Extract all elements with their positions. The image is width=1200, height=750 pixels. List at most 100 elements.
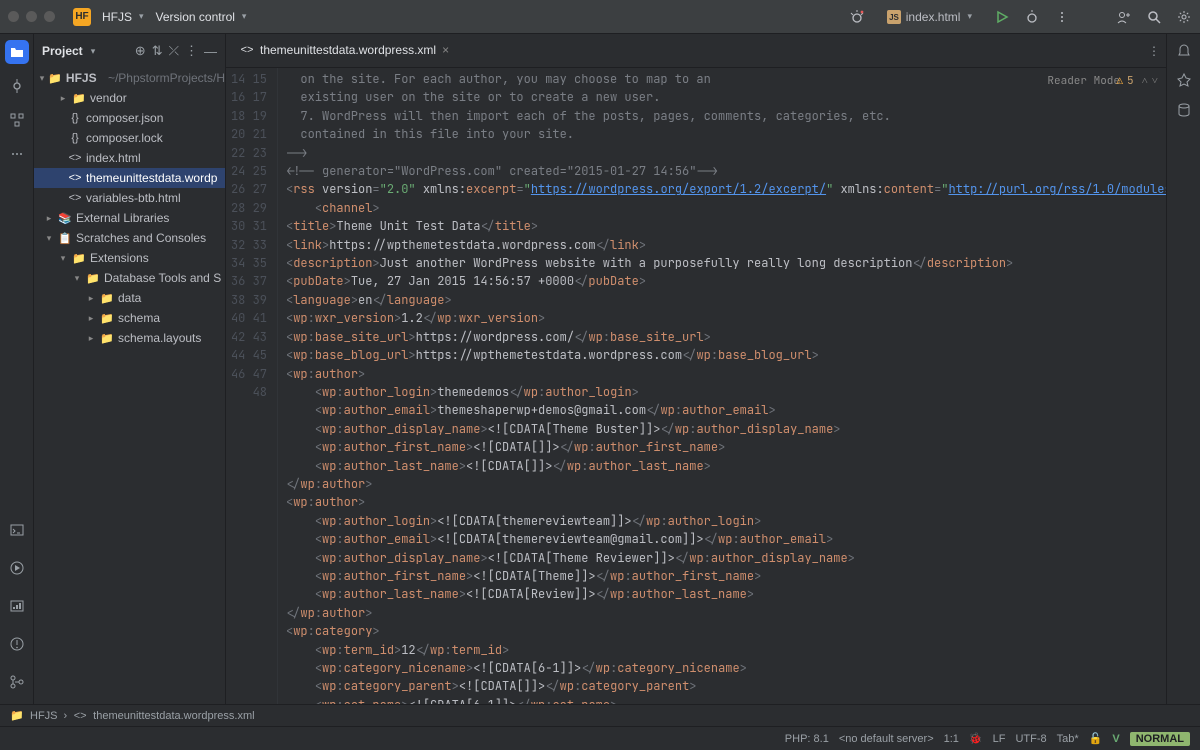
status-indent[interactable]: Tab*	[1057, 733, 1079, 745]
tree-label: composer.json	[86, 111, 163, 125]
expand-all-icon[interactable]: ⇅	[152, 43, 163, 59]
tree-file[interactable]: {}composer.json	[34, 108, 225, 128]
locate-icon[interactable]: ⊕	[135, 43, 146, 59]
settings-icon[interactable]	[1176, 9, 1192, 25]
inspection-widget[interactable]: ⚠5 ˄˅	[1116, 72, 1158, 90]
status-line-sep[interactable]: LF	[993, 733, 1006, 745]
more-tool-icon[interactable]	[5, 142, 29, 166]
titlebar: HF HFJS ▾ Version control ▾ JS index.htm…	[0, 0, 1200, 34]
tree-file[interactable]: <>variables-btb.html	[34, 188, 225, 208]
commit-tool-icon[interactable]	[5, 74, 29, 98]
tree-root-path: ~/PhpstormProjects/H	[108, 71, 225, 85]
vim-icon[interactable]: V	[1112, 733, 1119, 745]
hide-icon[interactable]: —	[204, 44, 217, 59]
run-config-dropdown[interactable]: JS index.html ▾	[879, 7, 980, 27]
tree-label: External Libraries	[76, 211, 169, 225]
tree-folder-vendor[interactable]: ▸📁vendor	[34, 88, 225, 108]
tree-file[interactable]: {}composer.lock	[34, 128, 225, 148]
status-caret-pos[interactable]: 1:1	[944, 733, 959, 745]
tree-root[interactable]: ▾📁HFJS ~/PhpstormProjects/H	[34, 68, 225, 88]
project-tree: ▾📁HFJS ~/PhpstormProjects/H ▸📁vendor {}c…	[34, 68, 225, 704]
more-icon[interactable]	[1054, 9, 1070, 25]
tree-folder[interactable]: ▾📁Database Tools and S	[34, 268, 225, 288]
tab-more-icon[interactable]: ⋮	[1148, 44, 1160, 58]
status-encoding[interactable]: UTF-8	[1015, 733, 1046, 745]
tree-folder[interactable]: ▸📁schema.layouts	[34, 328, 225, 348]
ai-assistant-icon[interactable]	[1176, 72, 1192, 88]
editor[interactable]: 14 15 16 17 18 19 20 21 22 23 24 25 26 2…	[226, 68, 1166, 704]
xml-file-icon: <>	[240, 43, 254, 57]
status-server[interactable]: <no default server>	[839, 733, 934, 745]
tree-label: Extensions	[90, 251, 149, 265]
status-php[interactable]: PHP: 8.1	[785, 733, 829, 745]
svg-text:JS: JS	[889, 13, 899, 22]
chevron-down-icon: ▾	[242, 11, 247, 22]
project-panel-header: Project ▾ ⊕ ⇅ ⤫ ⋮ —	[34, 34, 225, 68]
debug-icon[interactable]	[1024, 9, 1040, 25]
breadcrumb-file[interactable]: themeunittestdata.wordpress.xml	[93, 710, 254, 722]
code-area[interactable]: on the site. For each author, you may ch…	[278, 68, 1166, 704]
tree-label: composer.lock	[86, 131, 163, 145]
gutter: 14 15 16 17 18 19 20 21 22 23 24 25 26 2…	[226, 68, 278, 704]
reader-mode-label[interactable]: Reader Mode	[1047, 72, 1120, 90]
collapse-all-icon[interactable]: ⤫	[169, 43, 179, 59]
more-icon[interactable]: ⋮	[185, 43, 198, 59]
structure-tool-icon[interactable]	[5, 108, 29, 132]
tree-external-libs[interactable]: ▸📚External Libraries	[34, 208, 225, 228]
chevron-down-icon[interactable]: ˅	[1152, 72, 1158, 90]
notifications-icon[interactable]	[1176, 42, 1192, 58]
vim-mode[interactable]: NORMAL	[1130, 732, 1190, 746]
warning-icon: ⚠	[1116, 72, 1123, 90]
chevron-down-icon: ▾	[139, 11, 144, 22]
debug-tool-icon[interactable]	[5, 594, 29, 618]
tree-label: vendor	[90, 91, 127, 105]
chevron-up-icon[interactable]: ˄	[1142, 72, 1148, 90]
tree-folder[interactable]: ▸📁schema	[34, 308, 225, 328]
debug-config-icon[interactable]	[849, 9, 865, 25]
tree-scratches[interactable]: ▾📋Scratches and Consoles	[34, 228, 225, 248]
run-config-file: index.html	[906, 10, 961, 24]
breadcrumb-separator: ›	[64, 710, 68, 722]
tree-label: variables-btb.html	[86, 191, 181, 205]
project-dropdown[interactable]: HF HFJS ▾	[67, 5, 150, 29]
close-tab-icon[interactable]: ×	[442, 43, 449, 57]
vcs-tool-icon[interactable]	[5, 670, 29, 694]
project-tool-icon[interactable]	[5, 40, 29, 64]
left-toolbar	[0, 34, 34, 704]
tree-file-selected[interactable]: <>themeunittestdata.wordp	[34, 168, 225, 188]
right-toolbar	[1166, 34, 1200, 704]
editor-tab[interactable]: <> themeunittestdata.wordpress.xml ×	[232, 39, 457, 63]
search-icon[interactable]	[1146, 9, 1162, 25]
xml-file-icon: <>	[73, 709, 87, 723]
tree-label: schema	[118, 311, 160, 325]
database-icon[interactable]	[1176, 102, 1192, 118]
status-readonly-icon[interactable]: 🔓	[1089, 732, 1103, 745]
breadcrumb-bar: 📁 HFJS › <> themeunittestdata.wordpress.…	[0, 704, 1200, 726]
tree-label: Database Tools and S	[104, 271, 221, 285]
tree-folder[interactable]: ▸📁data	[34, 288, 225, 308]
vcs-label: Version control	[156, 10, 235, 24]
project-badge-icon: HF	[73, 8, 91, 26]
code-with-me-icon[interactable]	[1116, 9, 1132, 25]
run-icon[interactable]	[994, 9, 1010, 25]
tree-label: themeunittestdata.wordp	[86, 171, 217, 185]
breadcrumb-root[interactable]: HFJS	[30, 710, 58, 722]
editor-tabs: <> themeunittestdata.wordpress.xml × ⋮	[226, 34, 1166, 68]
tree-label: index.html	[86, 151, 141, 165]
tree-folder[interactable]: ▾📁Extensions	[34, 248, 225, 268]
warning-count: 5	[1127, 72, 1134, 90]
js-file-icon: JS	[887, 10, 901, 24]
terminal-tool-icon[interactable]	[5, 518, 29, 542]
status-xdebug-icon[interactable]: 🐞	[969, 732, 983, 745]
tree-file[interactable]: <>index.html	[34, 148, 225, 168]
vcs-dropdown[interactable]: Version control ▾	[150, 7, 253, 27]
chevron-down-icon[interactable]: ▾	[91, 46, 96, 57]
project-name: HFJS	[102, 10, 132, 24]
tree-label: data	[118, 291, 141, 305]
close-dot[interactable]	[8, 11, 19, 22]
project-title: Project	[42, 44, 83, 58]
problems-tool-icon[interactable]	[5, 632, 29, 656]
maximize-dot[interactable]	[44, 11, 55, 22]
run-tool-icon[interactable]	[5, 556, 29, 580]
minimize-dot[interactable]	[26, 11, 37, 22]
